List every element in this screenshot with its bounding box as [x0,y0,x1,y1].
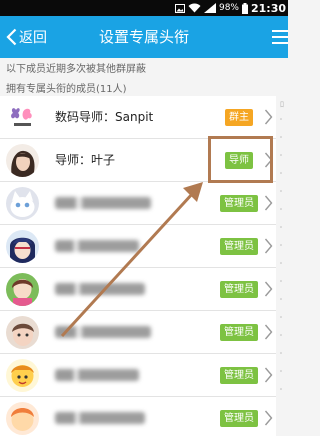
avatar [6,144,39,177]
avatar [6,230,39,263]
member-name-redacted [55,240,139,252]
member-name: 数码导师：Sanpit [55,110,154,124]
status-time: 21:30 [250,1,286,15]
member-row[interactable]: 管理员 [0,182,276,225]
menu-icon[interactable] [272,26,288,48]
title-badge: 管理员 [220,324,258,341]
section-title: 拥有专属头衔的成员(11人) [6,84,127,95]
avatar [6,359,39,392]
signal-icon [203,3,216,13]
member-row[interactable]: 管理员 [0,397,276,436]
battery-icon [241,2,248,14]
member-row[interactable]: 管理员 [0,268,276,311]
chevron-right-icon [264,281,273,297]
index-strip: ﾛﾟﾟﾟﾟﾟﾟﾟﾟﾟﾟﾟﾟﾟﾟﾟﾟ [276,96,288,436]
title-badge: 管理员 [220,195,258,212]
avatar [6,316,39,349]
title-badge: 群主 [225,109,253,126]
title-badge: 管理员 [220,410,258,427]
member-name-redacted [55,326,151,338]
avatar [6,402,39,435]
image-icon [174,3,185,13]
status-bar: 98% 21:30 [0,0,288,16]
avatar [6,187,39,220]
title-badge: 管理员 [220,238,258,255]
battery-percent: 98% [218,3,239,13]
member-row[interactable]: 管理员 [0,225,276,268]
page-title: 设置专属头衔 [98,28,189,46]
blocked-hint: 以下成员近期多次被其他群屏蔽 [6,64,146,75]
title-badge: 管理员 [220,367,258,384]
wifi-icon [188,3,201,13]
highlight-box [208,136,273,183]
member-name-redacted [55,197,151,209]
member-name-redacted [55,283,145,295]
chevron-right-icon [264,238,273,254]
chevron-right-icon [264,109,273,125]
chevron-right-icon [264,195,273,211]
title-bar: 返回 设置专属头衔 [0,16,288,58]
chevron-right-icon [264,410,273,426]
status-icons: 98% 21:30 [174,1,286,15]
member-name: 导师：叶子 [55,153,116,167]
chevron-right-icon [264,324,273,340]
member-row[interactable]: 数码导师：Sanpit 群主 [0,96,276,139]
avatar [6,101,39,134]
member-name-redacted [55,412,145,424]
avatar [6,273,39,306]
member-row[interactable]: 管理员 [0,354,276,397]
member-row[interactable]: 管理员 [0,311,276,354]
title-badge: 管理员 [220,281,258,298]
chevron-right-icon [264,367,273,383]
member-name-redacted [55,369,139,381]
